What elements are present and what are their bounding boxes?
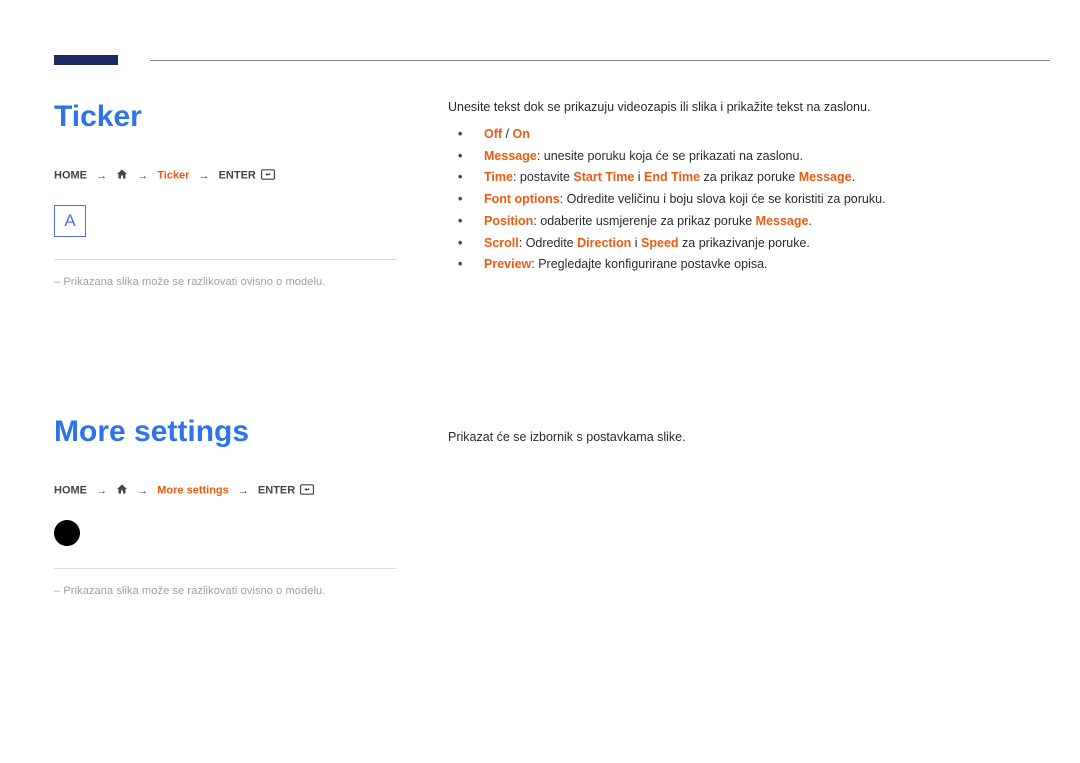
section-title-more-settings: More settings xyxy=(54,415,396,449)
bullet-mark: • xyxy=(458,190,484,209)
bullet-text: Position: odaberite usmjerenje za prikaz… xyxy=(484,212,812,231)
bullet-text: Preview: Pregledajte konfigurirane posta… xyxy=(484,255,768,274)
bullet-mark: • xyxy=(458,212,484,231)
thumbnail-a: A xyxy=(54,205,396,237)
bullet-item: •Scroll: Odredite Direction i Speed za p… xyxy=(458,234,1028,253)
arrow-icon: → xyxy=(137,170,148,182)
breadcrumb: HOME → → More settings → ENTER xyxy=(54,483,396,498)
bullet-item: •Message: unesite poruku koja će se prik… xyxy=(458,147,1028,166)
bullet-mark: • xyxy=(458,125,484,144)
letter-a-box: A xyxy=(54,205,86,237)
home-icon xyxy=(116,168,128,183)
bullet-item: •Font options: Odredite veličinu i boju … xyxy=(458,190,1028,209)
header-rule xyxy=(150,60,1050,61)
arrow-icon: → xyxy=(238,485,249,497)
bullet-mark: • xyxy=(458,147,484,166)
arrow-icon: → xyxy=(96,170,107,182)
home-icon xyxy=(116,483,128,498)
bc-home-label: HOME xyxy=(54,484,87,496)
bullet-mark: • xyxy=(458,234,484,253)
footnote: Prikazana slika može se razlikovati ovis… xyxy=(54,585,396,597)
bullet-text: Off / On xyxy=(484,125,530,144)
bullet-mark: • xyxy=(458,168,484,187)
bc-enter-label: ENTER xyxy=(219,169,256,181)
bullet-text: Font options: Odredite veličinu i boju s… xyxy=(484,190,886,209)
bullet-item: •Preview: Pregledajte konfigurirane post… xyxy=(458,255,1028,274)
bc-current: More settings xyxy=(157,484,229,496)
bc-home-label: HOME xyxy=(54,169,87,181)
arrow-icon: → xyxy=(137,485,148,497)
intro-text: Prikazat će se izbornik s postavkama sli… xyxy=(448,430,1028,444)
enter-icon xyxy=(298,484,314,496)
footnote: Prikazana slika može se razlikovati ovis… xyxy=(54,276,396,288)
arrow-icon: → xyxy=(96,485,107,497)
bullet-item: •Position: odaberite usmjerenje za prika… xyxy=(458,212,1028,231)
thumb-divider xyxy=(54,568,396,569)
bullet-item: •Time: postavite Start Time i End Time z… xyxy=(458,168,1028,187)
enter-icon xyxy=(259,169,275,181)
black-circle-icon xyxy=(54,520,80,546)
arrow-icon: → xyxy=(199,170,210,182)
bullet-text: Scroll: Odredite Direction i Speed za pr… xyxy=(484,234,810,253)
bullet-text: Message: unesite poruku koja će se prika… xyxy=(484,147,803,166)
bullet-text: Time: postavite Start Time i End Time za… xyxy=(484,168,855,187)
bc-enter-label: ENTER xyxy=(258,484,295,496)
header-accent xyxy=(54,55,118,65)
thumbnail-b xyxy=(54,520,396,546)
section-title-ticker: Ticker xyxy=(54,100,396,134)
bc-current: Ticker xyxy=(157,169,189,181)
breadcrumb: HOME → → Ticker → ENTER xyxy=(54,168,396,183)
bullet-mark: • xyxy=(458,255,484,274)
bullet-item: •Off / On xyxy=(458,125,1028,144)
thumb-divider xyxy=(54,259,396,260)
intro-text: Unesite tekst dok se prikazuju videozapi… xyxy=(448,98,1028,117)
